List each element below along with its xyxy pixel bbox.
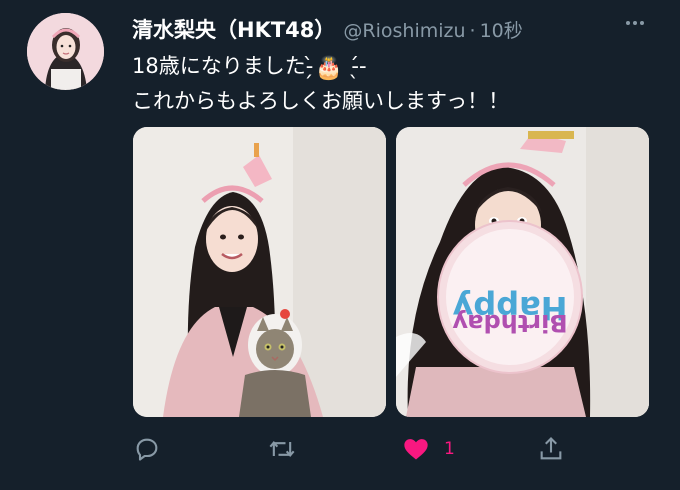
tweet-text-line-1-start: 18歳になりました-̗̀ — [132, 54, 314, 78]
more-dot — [640, 21, 644, 25]
balloon-text-birthday: Birthday — [452, 309, 568, 337]
photo-girl-with-cat — [133, 127, 386, 417]
retweet-icon — [269, 440, 295, 458]
reply-icon — [136, 438, 158, 461]
author-handle[interactable]: @Rioshimizu — [343, 20, 465, 42]
tweet-timestamp[interactable]: 10秒 — [480, 16, 523, 43]
tweet-action-bar: 1 — [0, 432, 680, 466]
share-icon — [540, 437, 562, 460]
retweet-button[interactable] — [268, 432, 296, 466]
tweet-text-line-1: 18歳になりました-̗̀🎂 -̖́- — [132, 50, 652, 85]
reply-button[interactable] — [133, 432, 161, 466]
like-button[interactable]: 1 — [402, 432, 455, 466]
tweet-text-line-1-end: -̖́- — [344, 54, 367, 78]
like-count: 1 — [444, 439, 455, 459]
more-options-icon[interactable] — [620, 10, 650, 36]
more-dot — [633, 21, 637, 25]
header-separator: · — [469, 20, 476, 42]
tweet-header: 清水梨央（HKT48） @Rioshimizu · 10秒 — [132, 14, 660, 42]
birthday-cake-emoji: 🎂 — [315, 56, 343, 81]
tweet-text: 18歳になりました-̗̀🎂 -̖́- これからもよろしくお願いしますっ！！ — [132, 50, 652, 118]
share-button[interactable] — [537, 432, 565, 466]
heart-icon — [404, 439, 428, 460]
photo-girl-with-balloon: Happy Birthday — [396, 127, 649, 417]
author-display-name[interactable]: 清水梨央（HKT48） — [132, 14, 335, 44]
media-photo-1[interactable] — [133, 127, 386, 417]
tweet-text-line-2: これからもよろしくお願いしますっ！！ — [132, 89, 510, 113]
more-dot — [626, 21, 630, 25]
profile-avatar[interactable] — [27, 13, 104, 90]
avatar-photo — [27, 13, 104, 90]
media-photo-2[interactable]: Happy Birthday — [396, 127, 649, 417]
